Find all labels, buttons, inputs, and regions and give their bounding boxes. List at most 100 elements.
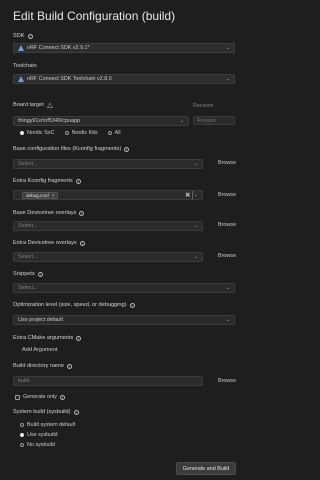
divider <box>192 191 193 199</box>
extra-devicetree-select[interactable]: Select... ⌄ <box>13 252 203 262</box>
radio-use-sysbuild[interactable]: Use sysbuild <box>20 432 58 438</box>
board-filter-radio-group: Nordic SoC Nordic Kits All <box>20 130 121 136</box>
chevron-down-icon: ⌄ <box>179 118 184 124</box>
cmake-label-text: Extra CMake arguments <box>13 335 74 341</box>
extra-kconfig-label: Extra Kconfig fragments i <box>13 178 81 184</box>
board-target-label-text: Board target <box>13 102 44 108</box>
sysbuild-label-text: System build (sysbuild) <box>13 409 71 415</box>
snippets-select[interactable]: Select... ⌄ <box>13 283 235 293</box>
board-target-label: Board target <box>13 102 53 108</box>
devicetree-select[interactable]: Select... ⌄ <box>13 221 203 231</box>
snippets-placeholder: Select... <box>18 285 38 291</box>
radio-dot <box>20 443 24 447</box>
generate-only-label: Generate only <box>23 394 57 400</box>
snippets-label: Snippets i <box>13 271 43 277</box>
info-icon[interactable]: i <box>79 210 85 216</box>
info-icon[interactable]: i <box>37 271 43 277</box>
radio-label: Build system default <box>27 422 76 428</box>
toolchain-select[interactable]: nRF Connect SDK Toolchain v2.8.0 ⌄ <box>13 74 235 84</box>
radio-build-system-default[interactable]: Build system default <box>20 422 75 428</box>
chevron-down-icon: ⌄ <box>193 254 198 260</box>
info-icon[interactable]: i <box>76 335 82 341</box>
info-icon[interactable]: i <box>59 394 65 400</box>
nordic-logo-icon <box>18 76 24 82</box>
info-icon[interactable]: i <box>75 178 81 184</box>
extra-devicetree-label: Extra Devicetree overlays i <box>13 240 85 246</box>
info-icon[interactable]: i <box>73 409 79 415</box>
nordic-logo-icon <box>18 45 24 51</box>
info-icon[interactable]: i <box>129 302 135 308</box>
chevron-down-icon: ⌄ <box>193 161 198 167</box>
sdk-select-value: nRF Connect SDK v2.9.1* <box>27 45 90 51</box>
optimization-label-text: Optimization level (size, speed, or debu… <box>13 302 127 308</box>
generate-and-build-button[interactable]: Generate and Build <box>176 462 236 475</box>
chevron-down-icon: ⌄ <box>225 45 230 51</box>
chevron-down-icon: ⌄ <box>193 192 198 198</box>
page-title: Edit Build Configuration (build) <box>13 9 176 23</box>
extra-kconfig-label-text: Extra Kconfig fragments <box>13 178 73 184</box>
sdk-label: SDK i <box>13 33 33 39</box>
info-icon[interactable]: i <box>124 146 130 152</box>
kconfig-label: Base configuration files (Kconfig fragme… <box>13 146 130 152</box>
optimization-value: Use project default <box>18 317 63 323</box>
radio-dot-selected <box>20 131 24 135</box>
kconfig-select[interactable]: Select... ⌄ <box>13 159 203 169</box>
clear-icon[interactable]: ✕ <box>185 191 190 199</box>
devicetree-placeholder: Select... <box>18 223 38 229</box>
extra-kconfig-browse-button[interactable]: Browse <box>218 192 236 198</box>
extra-devicetree-browse-button[interactable]: Browse <box>218 253 236 259</box>
kconfig-label-text: Base configuration files (Kconfig fragme… <box>13 146 122 152</box>
radio-label: Use sysbuild <box>27 432 58 438</box>
chevron-down-icon: ⌄ <box>225 285 230 291</box>
snippets-label-text: Snippets <box>13 271 35 277</box>
toolchain-label: Toolchain <box>13 63 37 69</box>
radio-dot-selected <box>20 433 24 437</box>
chevron-down-icon: ⌄ <box>193 223 198 229</box>
kconfig-placeholder: Select... <box>18 161 38 167</box>
devicetree-label-text: Base Devicetree overlays <box>13 210 77 216</box>
radio-dot <box>20 423 24 427</box>
toolchain-label-text: Toolchain <box>13 63 37 69</box>
cmake-label: Extra CMake arguments i <box>13 335 82 341</box>
build-dir-label: Build directory name i <box>13 363 72 369</box>
build-config-panel: Edit Build Configuration (build) SDK i n… <box>0 0 250 480</box>
radio-label: Nordic SoC <box>27 130 55 136</box>
checkbox-box <box>15 394 20 400</box>
radio-nordic-soc[interactable]: Nordic SoC <box>20 130 55 136</box>
board-target-value: thingy91x/nrf5340/cpuapp <box>18 118 81 124</box>
sysbuild-label: System build (sysbuild) i <box>13 409 79 415</box>
info-icon[interactable]: i <box>27 33 33 39</box>
kconfig-browse-button[interactable]: Browse <box>218 160 236 166</box>
radio-label: No sysbuild <box>27 442 55 448</box>
chevron-down-icon: ⌄ <box>225 76 230 82</box>
sdk-select[interactable]: nRF Connect SDK v2.9.1* ⌄ <box>13 43 235 53</box>
chip-label: debug.conf <box>26 193 49 198</box>
radio-label: Nordic Kits <box>71 130 98 136</box>
chevron-down-icon: ⌄ <box>225 317 230 323</box>
extra-devicetree-label-text: Extra Devicetree overlays <box>13 240 77 246</box>
radio-dot <box>107 131 112 135</box>
generate-only-checkbox[interactable]: Generate only i <box>15 394 65 400</box>
add-argument-button[interactable]: Add Argument <box>22 347 57 353</box>
build-dir-value: build <box>18 378 30 384</box>
radio-dot <box>64 131 69 135</box>
build-dir-label-text: Build directory name <box>13 363 64 369</box>
warning-icon[interactable] <box>46 102 53 108</box>
radio-nordic-kits[interactable]: Nordic Kits <box>64 130 98 136</box>
revision-input[interactable]: Revision <box>193 116 235 125</box>
radio-all[interactable]: All <box>107 130 121 136</box>
optimization-label: Optimization level (size, speed, or debu… <box>13 302 135 308</box>
info-icon[interactable]: i <box>67 363 72 369</box>
build-dir-input[interactable]: build <box>13 376 203 386</box>
kconfig-chip: debug.conf × <box>22 192 59 199</box>
optimization-select[interactable]: Use project default ⌄ <box>13 315 235 325</box>
board-target-select[interactable]: thingy91x/nrf5340/cpuapp ⌄ <box>13 116 189 126</box>
devicetree-browse-button[interactable]: Browse <box>218 222 236 228</box>
chip-remove-icon[interactable]: × <box>52 193 55 198</box>
revision-label: Revision <box>193 103 214 109</box>
radio-no-sysbuild[interactable]: No sysbuild <box>20 442 55 448</box>
build-dir-browse-button[interactable]: Browse <box>218 378 236 384</box>
devicetree-label: Base Devicetree overlays i <box>13 210 85 216</box>
toolchain-select-value: nRF Connect SDK Toolchain v2.8.0 <box>27 76 112 82</box>
info-icon[interactable]: i <box>79 240 85 246</box>
